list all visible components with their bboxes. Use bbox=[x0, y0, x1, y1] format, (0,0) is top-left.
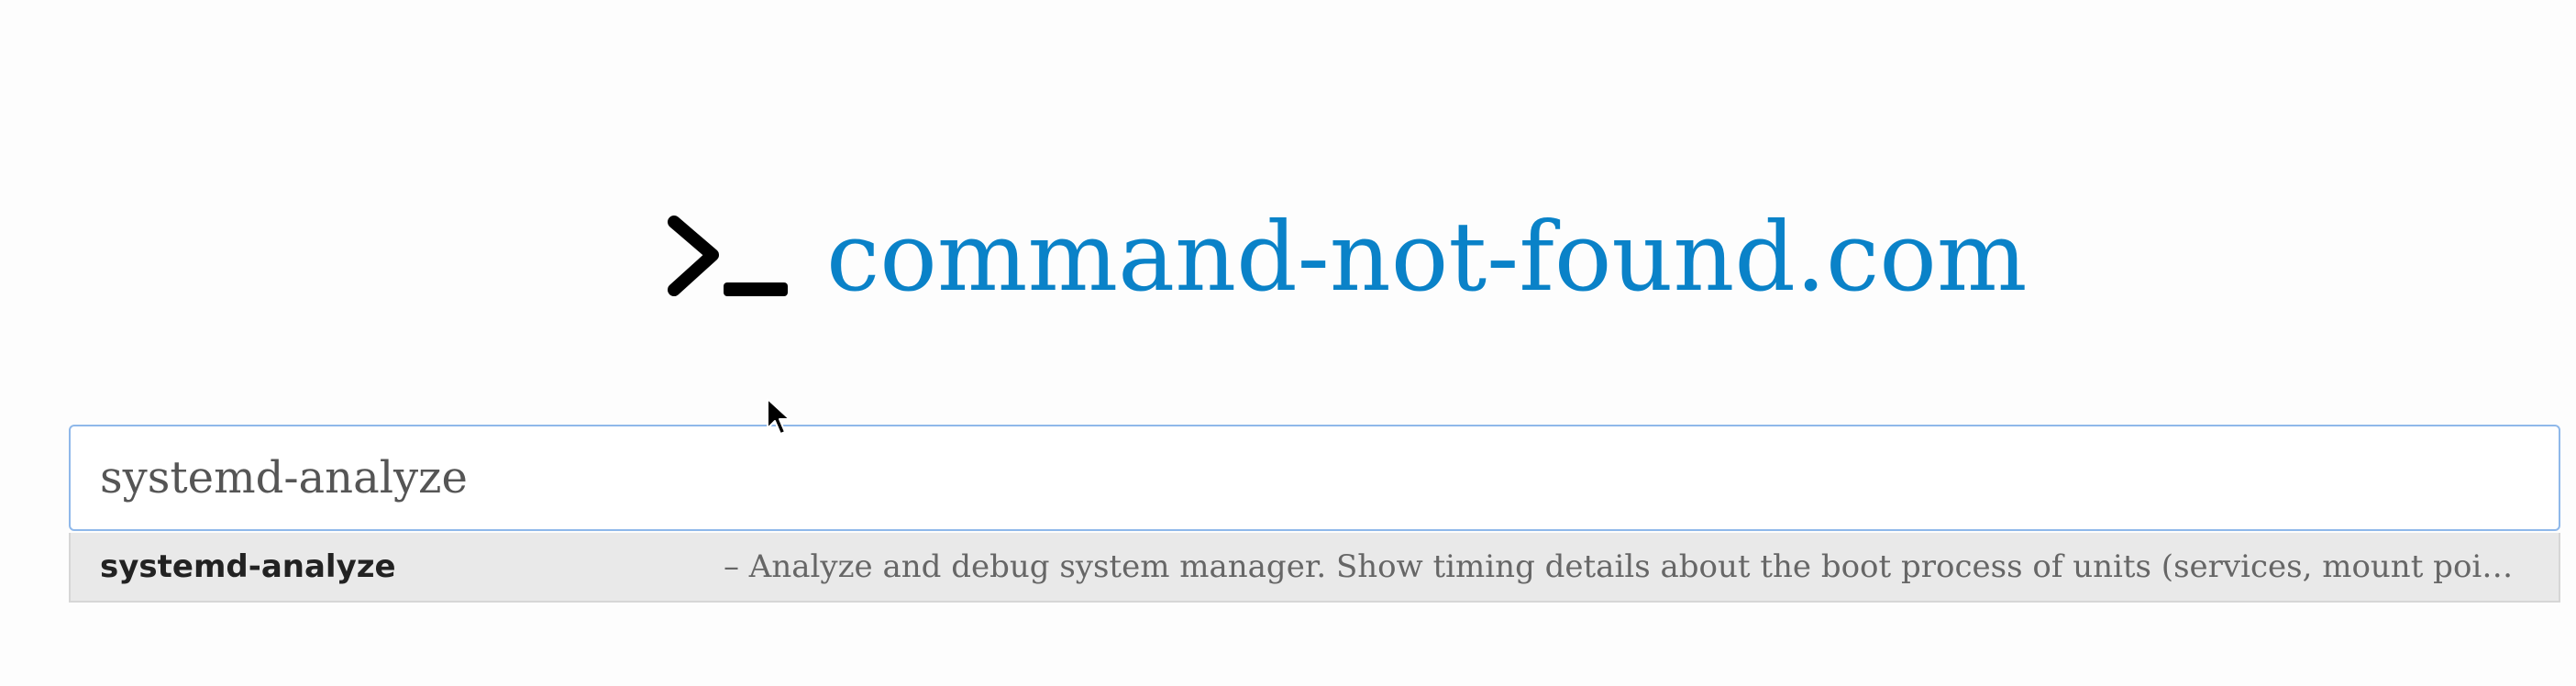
site-logo[interactable]: command-not-found.com bbox=[665, 202, 2028, 312]
suggestion-item[interactable]: systemd-analyze – Analyze and debug syst… bbox=[69, 533, 2560, 603]
suggestion-command-name: systemd-analyze bbox=[100, 548, 396, 585]
search-input[interactable] bbox=[100, 452, 2529, 503]
search-box[interactable] bbox=[69, 425, 2560, 531]
suggestion-description: – Analyze and debug system manager. Show… bbox=[724, 548, 2529, 585]
terminal-prompt-icon bbox=[668, 216, 788, 296]
site-title[interactable]: command-not-found.com bbox=[826, 202, 2028, 312]
mouse-pointer-icon bbox=[767, 398, 790, 435]
